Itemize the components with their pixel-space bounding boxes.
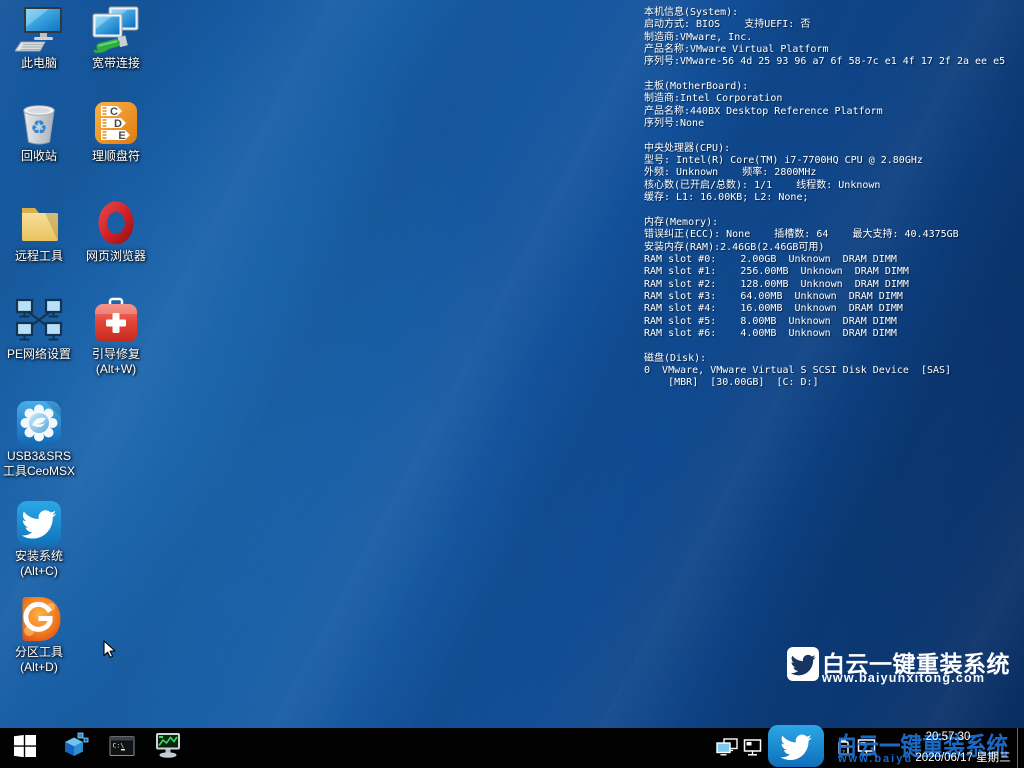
svg-text:C: C (110, 106, 118, 118)
bird-icon (15, 499, 63, 547)
svg-text:D: D (114, 118, 122, 130)
desktop-icon-label: 远程工具 (15, 249, 63, 264)
opera-icon (92, 199, 140, 247)
task-monitor-icon (154, 732, 182, 764)
svg-text:C:\: C:\ (113, 741, 125, 749)
svg-text:E: E (118, 130, 125, 142)
diskgenius-icon (15, 595, 63, 643)
tray-display-switch[interactable] (716, 738, 738, 763)
desktop-icon-web-browser[interactable]: 网页浏览器 (78, 199, 154, 264)
desktop-icon-label: 回收站 (21, 149, 57, 164)
monitor-tray-icon (742, 738, 764, 763)
svg-text:♻: ♻ (30, 117, 47, 139)
desktop-icon-boot-repair[interactable]: 引导修复(Alt+W) (78, 297, 154, 377)
taskbar-app-task-monitor[interactable] (145, 728, 191, 768)
show-desktop-button[interactable] (1017, 728, 1018, 768)
clock-date[interactable]: 2020/06/17 星期三 (910, 749, 1016, 765)
broadband-icon (92, 6, 140, 54)
desktop-icon-partition-tool[interactable]: 分区工具(Alt+D) (1, 595, 77, 675)
desktop-icon-label: 分区工具 (15, 645, 63, 660)
desktop-icon-remote-tools[interactable]: 远程工具 (1, 199, 77, 264)
desktop-icon-label: 引导修复 (92, 347, 140, 362)
start-button[interactable] (2, 728, 48, 768)
desktop-icon-label: PE网络设置 (7, 347, 71, 362)
cmd-icon: C:\ (109, 733, 135, 764)
taskbar-app-cube-tool[interactable] (52, 728, 98, 768)
bird-logo-icon (787, 647, 819, 686)
taskbar-app-command-prompt[interactable]: C:\ (99, 728, 145, 768)
network-icon (15, 297, 63, 345)
desktop[interactable]: 此电脑宽带连接♻回收站CDE理顺盘符远程工具网页浏览器PE网络设置引导修复(Al… (0, 0, 1024, 768)
drive-letters-icon: CDE (92, 99, 140, 147)
desktop-icon-label: 宽带连接 (92, 56, 140, 71)
folder-icon (15, 199, 63, 247)
desktop-icon-label: 工具CeoMSX (3, 464, 75, 479)
desktop-icon-this-pc[interactable]: 此电脑 (1, 6, 77, 71)
usb-tool-icon (15, 399, 63, 447)
desktop-icon-label: USB3&SRS (7, 449, 71, 464)
desktop-icon-install-system[interactable]: 安装系统(Alt+C) (1, 499, 77, 579)
taskbar: C:\ ? 白云一键重装系统 www.baiyu 20:57:30 2020/0… (0, 728, 1024, 768)
cube-tool-icon (61, 732, 89, 765)
desktop-icon-broadband-connection[interactable]: 宽带连接 (78, 6, 154, 71)
desktop-icon-recycle-bin[interactable]: ♻ 回收站 (1, 99, 77, 164)
brand-watermark: 白云一键重装系统 www.baiyunxitong.com (786, 645, 1016, 705)
firstaid-icon (92, 297, 140, 345)
tray-second-display[interactable] (742, 738, 764, 763)
computer-icon (15, 6, 63, 54)
display-switch-icon (716, 738, 738, 763)
desktop-icon-label: 理顺盘符 (92, 149, 140, 164)
taskbar-bird-logo-icon (768, 725, 824, 767)
desktop-icon-label: 网页浏览器 (86, 249, 146, 264)
desktop-icon-label: 此电脑 (21, 56, 57, 71)
desktop-icon-pe-network-setup[interactable]: PE网络设置 (1, 297, 77, 362)
mouse-cursor (100, 640, 119, 664)
desktop-icon-usb3-srs-tool[interactable]: USB3&SRS工具CeoMSX (1, 399, 77, 479)
desktop-icon-label: 安装系统 (15, 549, 63, 564)
brand-url: www.baiyunxitong.com (822, 671, 985, 685)
recycle-bin-icon: ♻ (15, 99, 63, 147)
desktop-icon-drive-letter-fix[interactable]: CDE 理顺盘符 (78, 99, 154, 164)
windows-logo-icon (14, 735, 36, 762)
clock-time[interactable]: 20:57:30 (916, 731, 980, 743)
desktop-icon-label: (Alt+C) (20, 564, 58, 579)
taskbar-watermark-url: www.baiyu (838, 753, 913, 765)
system-info-text: 本机信息(System): 启动方式: BIOS 支持UEFI: 否 制造商:V… (644, 7, 1024, 390)
desktop-icon-label: (Alt+W) (96, 362, 136, 377)
desktop-icon-label: (Alt+D) (20, 660, 58, 675)
